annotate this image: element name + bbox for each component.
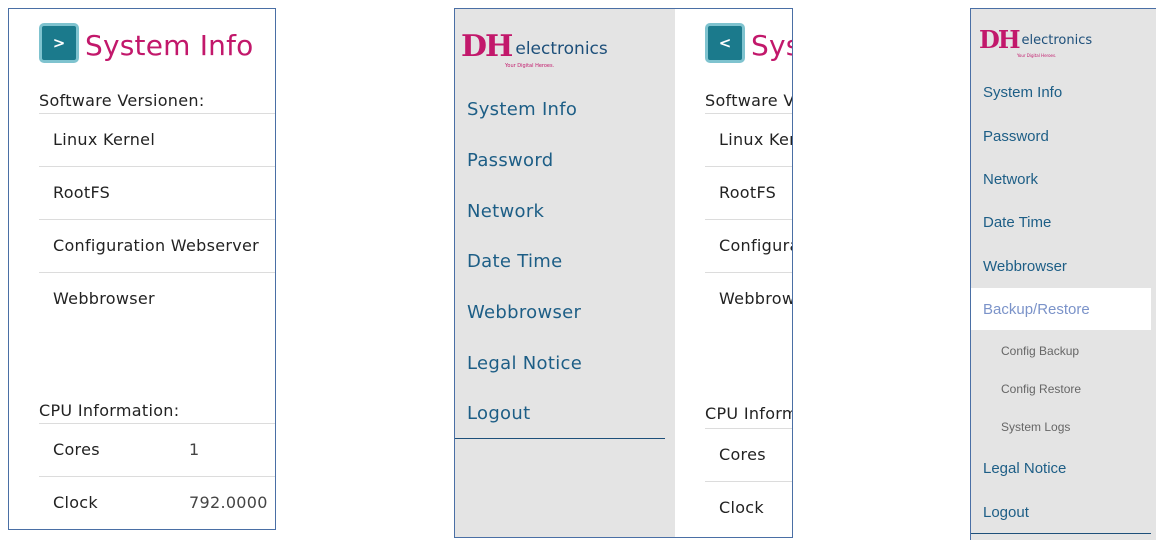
table-row: Clock [705, 481, 792, 533]
table-row: RootFS [705, 166, 792, 218]
row-label: Configuration Webserver [719, 236, 792, 255]
page-title: System Info [751, 29, 792, 62]
logo-mark: DH [979, 25, 1020, 54]
logo-text: electronics [1021, 33, 1093, 48]
nav-date-time[interactable]: Date Time [467, 251, 563, 272]
nav-system-info[interactable]: System Info [983, 84, 1062, 101]
nav-backup-restore-label: Backup/Restore [983, 301, 1090, 318]
logo-mark: DH [461, 29, 513, 64]
nav-divider [455, 438, 665, 439]
table-row: Webbrowser [705, 272, 792, 324]
software-heading: Software Versionen: [39, 91, 205, 110]
table-row: Configuration Webserver [39, 219, 275, 271]
table-row: Cores 1 [39, 423, 275, 475]
row-label: Webbrowser [719, 289, 793, 308]
chevron-left-icon: < [718, 34, 732, 52]
cpu-heading: CPU Information: [705, 404, 793, 423]
table-row: Linux Kernel [705, 113, 792, 165]
nav-network[interactable]: Network [983, 171, 1038, 188]
row-label: RootFS [719, 183, 777, 202]
row-label: Clock [719, 498, 764, 517]
nav-logout[interactable]: Logout [467, 403, 530, 424]
row-value: 1 [189, 440, 200, 459]
menu-expand-button[interactable]: > [39, 23, 79, 63]
nav-logout[interactable]: Logout [983, 504, 1029, 521]
nav-network[interactable]: Network [467, 201, 544, 222]
nav-webbrowser[interactable]: Webbrowser [467, 302, 581, 323]
logo-tagline: Your Digital Heroes. [505, 63, 555, 69]
nav-password[interactable]: Password [467, 150, 553, 171]
table-row: RootFS [39, 166, 275, 218]
table-row: Clock 792.0000 [39, 476, 275, 528]
nav-config-restore[interactable]: Config Restore [1001, 382, 1081, 396]
nav-legal-notice[interactable]: Legal Notice [467, 353, 582, 374]
table-row: Cores [705, 428, 792, 480]
table-row: Linux Kernel [39, 113, 275, 165]
nav-system-logs[interactable]: System Logs [1001, 420, 1070, 434]
cpu-heading: CPU Information: [39, 401, 180, 420]
sidebar: DH electronics Your Digital Heroes. Syst… [455, 9, 675, 537]
row-label: Configuration Webserver [53, 236, 260, 255]
row-label: Cores [719, 445, 766, 464]
sidebar-menu-panel: DH electronics Your Digital Heroes. Syst… [970, 8, 1156, 540]
row-label: Linux Kernel [53, 130, 156, 149]
nav-backup-restore[interactable]: Backup/Restore [971, 288, 1151, 330]
logo: DH electronics [461, 31, 608, 63]
nav-divider [971, 533, 1151, 534]
nav-webbrowser[interactable]: Webbrowser [983, 258, 1067, 275]
chevron-right-icon: > [52, 34, 66, 52]
row-label: Cores [53, 440, 100, 459]
software-heading: Software Versionen: [705, 91, 793, 110]
row-value: 792.0000 [189, 493, 268, 512]
system-info-panel-collapsed: > System Info Software Versionen: Linux … [8, 8, 276, 530]
menu-collapse-button[interactable]: < [705, 23, 745, 63]
logo-text: electronics [515, 39, 608, 59]
logo-tagline: Your Digital Heroes. [1017, 53, 1057, 58]
nav-date-time[interactable]: Date Time [983, 214, 1051, 231]
logo: DH electronics [979, 27, 1092, 53]
nav-legal-notice[interactable]: Legal Notice [983, 460, 1066, 477]
system-info-panel-expanded: DH electronics Your Digital Heroes. Syst… [454, 8, 793, 538]
row-label: Clock [53, 493, 98, 512]
nav-password[interactable]: Password [983, 128, 1049, 145]
row-label: Webbrowser [53, 289, 155, 308]
nav-config-backup[interactable]: Config Backup [1001, 344, 1079, 358]
table-row: Configuration Webserver [705, 219, 792, 271]
row-label: Linux Kernel [719, 130, 792, 149]
row-label: RootFS [53, 183, 111, 202]
table-row: Webbrowser [39, 272, 275, 324]
page-title: System Info [85, 29, 254, 62]
nav-system-info[interactable]: System Info [467, 99, 577, 120]
